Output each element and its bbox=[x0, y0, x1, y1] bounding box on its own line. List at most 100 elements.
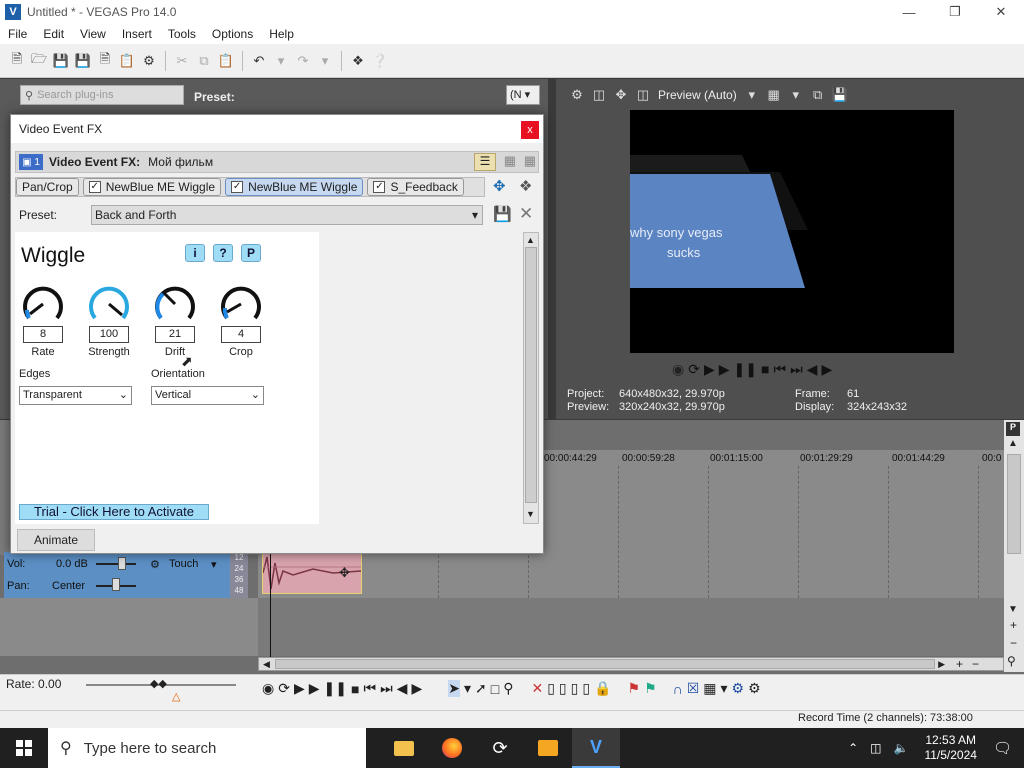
zoom-out-time-icon[interactable]: − bbox=[972, 657, 979, 671]
volume-slider[interactable] bbox=[96, 563, 136, 565]
save-snapshot-icon[interactable]: 💾 bbox=[829, 87, 851, 103]
chevron-down-icon[interactable]: ▾ bbox=[741, 87, 763, 103]
volume-slider-handle[interactable] bbox=[118, 557, 126, 570]
clock[interactable]: 12:53 AM 11/5/2024 bbox=[924, 733, 977, 763]
orientation-dropdown[interactable]: Vertical ⌄ bbox=[151, 386, 264, 405]
info-button[interactable]: i bbox=[185, 244, 205, 262]
plugin-chain-item[interactable]: ✓ NewBlue ME Wiggle bbox=[82, 178, 222, 196]
ignore-grouping-icon[interactable]: ⚙ bbox=[748, 680, 761, 697]
stop-icon[interactable]: ■ bbox=[761, 361, 769, 377]
play-icon[interactable]: ▶ bbox=[719, 361, 730, 378]
network-icon[interactable]: ◫ bbox=[870, 741, 881, 755]
strength-value[interactable]: 100 bbox=[89, 326, 129, 343]
preset-dropdown[interactable]: Back and Forth ▾ bbox=[91, 205, 483, 225]
record-icon[interactable]: ◉ bbox=[262, 680, 274, 697]
play-from-start-icon[interactable]: ▶ bbox=[294, 680, 305, 697]
start-button[interactable] bbox=[0, 728, 48, 768]
vegas-taskbar-icon[interactable]: V bbox=[572, 728, 620, 768]
save-icon[interactable]: 💾 bbox=[50, 50, 72, 72]
envelope-tool-icon[interactable]: ➚ bbox=[475, 680, 487, 697]
playhead[interactable] bbox=[270, 548, 271, 660]
settings-gear-icon[interactable]: ⚙ bbox=[138, 50, 160, 72]
go-to-start-icon[interactable]: ⏮ bbox=[363, 680, 376, 697]
search-input[interactable]: ⚲ Search plug-ins bbox=[20, 85, 184, 105]
redo-icon[interactable]: ↷ bbox=[292, 50, 314, 72]
snapping-magnet-icon[interactable]: ∩ bbox=[673, 681, 683, 697]
loop-icon[interactable]: ⟳ bbox=[278, 680, 290, 697]
scroll-down-icon[interactable]: ▼ bbox=[1008, 604, 1018, 615]
taskbar-search-box[interactable]: ⚲ Type here to search bbox=[48, 728, 366, 768]
previous-frame-icon[interactable]: ◀ bbox=[807, 361, 818, 378]
rate-value[interactable]: 8 bbox=[23, 326, 63, 343]
go-to-end-icon[interactable]: ⏭ bbox=[380, 680, 393, 697]
go-to-end-icon[interactable]: ⏭ bbox=[790, 361, 803, 378]
render-icon[interactable]: 🗎 bbox=[94, 50, 116, 72]
timeline-horizontal-scrollbar[interactable]: ◀ ▶ + − bbox=[258, 657, 1004, 671]
plugin-chain-icon[interactable]: ✥ bbox=[493, 177, 506, 195]
dialog-vertical-scrollbar[interactable]: ▲ ▼ bbox=[523, 232, 539, 524]
view-dropdown[interactable]: (N ▾ bbox=[506, 85, 540, 105]
volume-icon[interactable]: 🔈 bbox=[894, 741, 909, 755]
marker-icon[interactable]: ⚑ bbox=[628, 680, 641, 697]
chevron-up-icon[interactable]: ⌃ bbox=[848, 741, 858, 755]
crop-value[interactable]: 4 bbox=[221, 326, 261, 343]
redo-dropdown-icon[interactable]: ▾ bbox=[314, 50, 336, 72]
menu-edit[interactable]: Edit bbox=[35, 27, 72, 41]
file-explorer-icon[interactable] bbox=[380, 728, 428, 768]
strength-knob[interactable] bbox=[87, 282, 131, 326]
play-icon[interactable]: ▶ bbox=[309, 680, 320, 697]
menu-tools[interactable]: Tools bbox=[160, 27, 204, 41]
grid-view-icon[interactable]: ▦ bbox=[524, 153, 536, 169]
timeline-vertical-scrollbar[interactable]: P ▲ ▼ + − ⚲ bbox=[1004, 420, 1024, 672]
automation-mode[interactable]: Touch bbox=[169, 558, 198, 570]
go-to-start-icon[interactable]: ⏮ bbox=[773, 361, 786, 378]
scrollbar-thumb[interactable] bbox=[275, 659, 935, 669]
menu-help[interactable]: Help bbox=[261, 27, 302, 41]
magnify-icon[interactable]: ⚲ bbox=[1007, 654, 1016, 668]
zoom-in-track-icon[interactable]: + bbox=[1010, 618, 1017, 632]
delete-icon[interactable]: ✕ bbox=[531, 680, 543, 697]
region-icon[interactable]: ⚑ bbox=[644, 680, 657, 697]
normal-edit-tool-icon[interactable]: ➤ bbox=[448, 680, 460, 697]
track-meter-p-icon[interactable]: P bbox=[1006, 422, 1020, 436]
automation-gear-icon[interactable]: ⚙ bbox=[150, 558, 160, 571]
zoom-in-time-icon[interactable]: + bbox=[956, 657, 963, 671]
loop-icon[interactable]: ⟳ bbox=[688, 361, 700, 378]
lock-icon[interactable]: 🔒 bbox=[594, 680, 611, 697]
next-frame-icon[interactable]: ▶ bbox=[411, 680, 422, 697]
split-icon[interactable]: ▯ bbox=[582, 680, 590, 697]
next-frame-icon[interactable]: ▶ bbox=[821, 361, 832, 378]
pause-icon[interactable]: ❚❚ bbox=[734, 361, 757, 378]
paste-icon[interactable]: 📋 bbox=[215, 50, 237, 72]
scroll-up-icon[interactable]: ▲ bbox=[526, 235, 535, 245]
trim-end-icon[interactable]: ▯ bbox=[571, 680, 579, 697]
vertical-scrollbar-thumb[interactable] bbox=[1007, 454, 1021, 554]
chevron-down-icon[interactable]: ▾ bbox=[464, 680, 471, 697]
chevron-down-icon[interactable]: ▾ bbox=[721, 680, 728, 697]
dialog-scrollbar-thumb[interactable] bbox=[525, 247, 537, 503]
preview-settings-gear-icon[interactable]: ⚙ bbox=[566, 87, 588, 103]
dialog-close-button[interactable]: x bbox=[521, 121, 539, 139]
menu-view[interactable]: View bbox=[72, 27, 114, 41]
stop-icon[interactable]: ■ bbox=[351, 681, 359, 697]
plugin-chain-item[interactable]: Pan/Crop bbox=[16, 178, 79, 196]
grid-icon[interactable]: ▦ bbox=[763, 87, 785, 103]
crop-knob[interactable] bbox=[219, 282, 263, 326]
pause-icon[interactable]: ❚❚ bbox=[324, 680, 347, 697]
trim-icon[interactable]: ▯ bbox=[547, 680, 555, 697]
properties-icon[interactable]: 📋 bbox=[116, 50, 138, 72]
scroll-right-icon[interactable]: ▶ bbox=[938, 659, 945, 670]
presets-button[interactable]: P bbox=[241, 244, 261, 262]
new-file-icon[interactable]: 🗎 bbox=[6, 50, 28, 72]
menu-insert[interactable]: Insert bbox=[114, 27, 160, 41]
notifications-icon[interactable]: 🗨 bbox=[993, 739, 1012, 757]
close-button[interactable]: ✕ bbox=[978, 0, 1024, 24]
scroll-up-icon[interactable]: ▲ bbox=[1008, 438, 1018, 449]
undo-dropdown-icon[interactable]: ▾ bbox=[270, 50, 292, 72]
help-button[interactable]: ? bbox=[213, 244, 233, 262]
enable-checkbox[interactable]: ✓ bbox=[88, 181, 101, 193]
scroll-left-icon[interactable]: ◀ bbox=[263, 659, 270, 670]
audio-event-clip[interactable]: ✥ bbox=[262, 552, 362, 594]
play-from-start-icon[interactable]: ▶ bbox=[704, 361, 715, 378]
auto-crossfade-icon[interactable]: ☒ bbox=[687, 680, 700, 697]
